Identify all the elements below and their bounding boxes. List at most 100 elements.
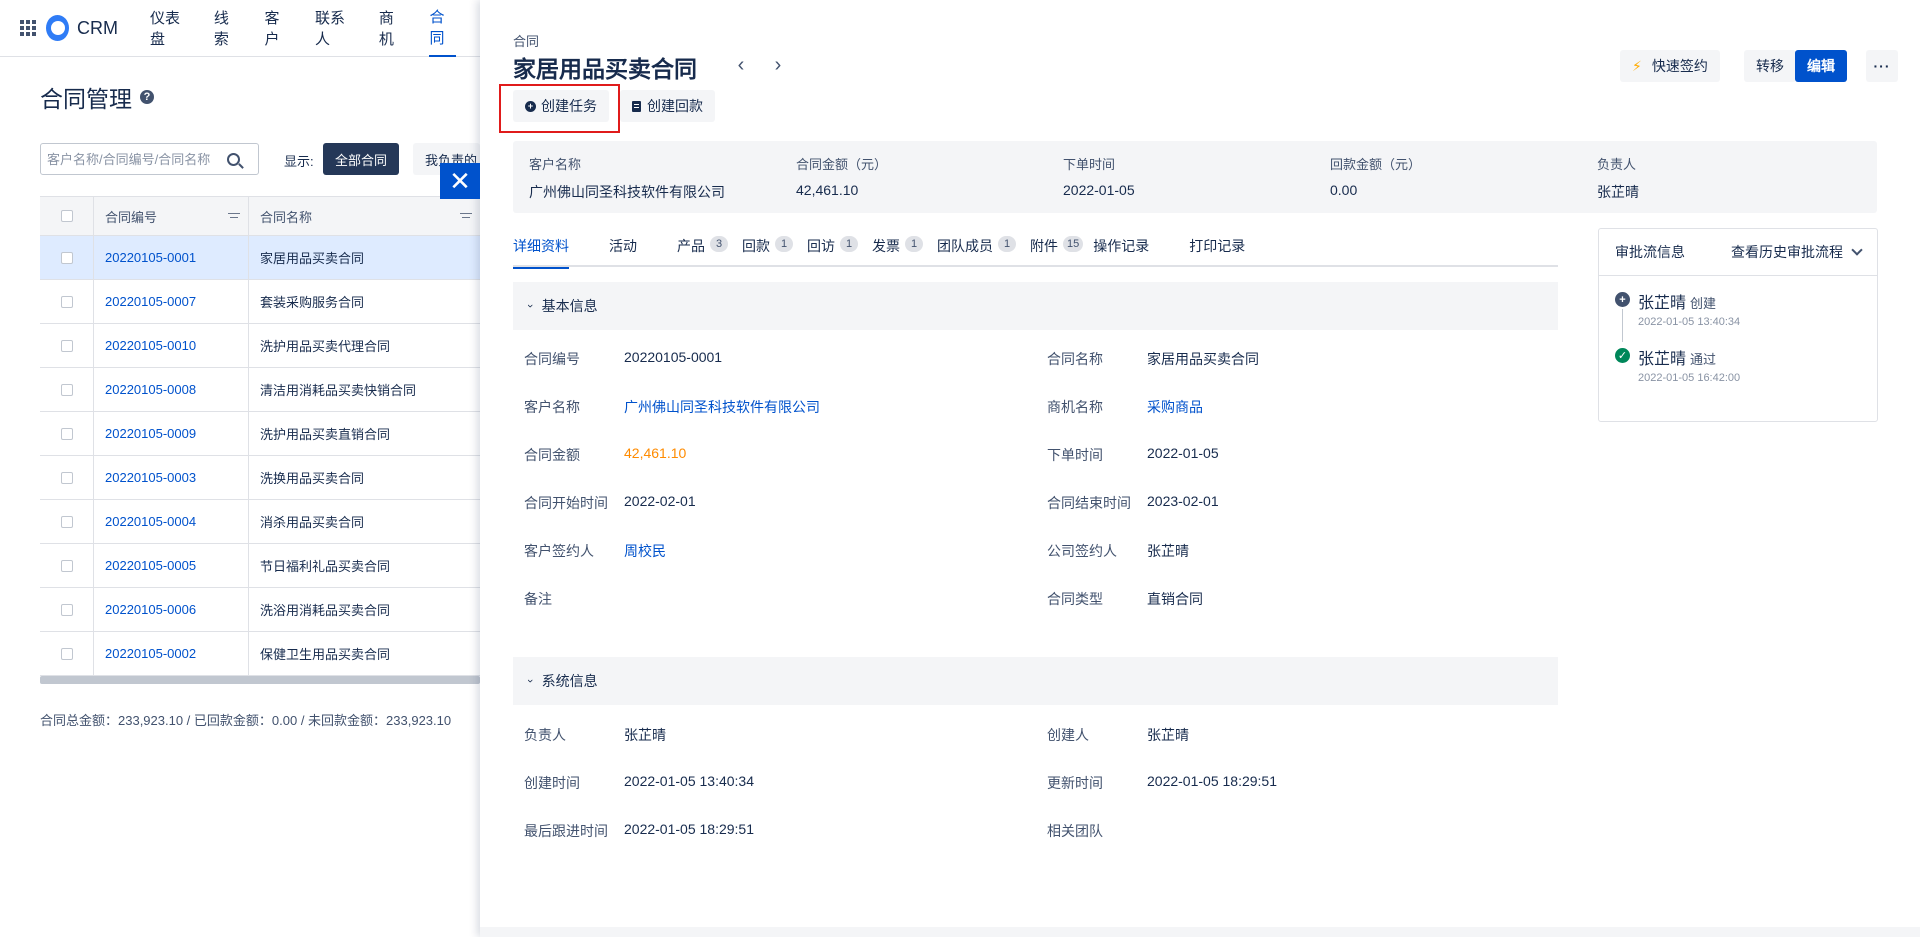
tab-payments[interactable]: 回款 1 — [742, 236, 793, 267]
row-checkbox[interactable] — [40, 632, 94, 675]
close-drawer-button[interactable]: ✕ — [440, 163, 480, 199]
table-row[interactable]: 20220105-0008 清洁用消耗品买卖快销合同 — [40, 368, 480, 412]
approval-step: ✓ 张芷晴 通过 2022-01-05 16:42:00 — [1615, 345, 1740, 384]
table-row[interactable]: 20220105-0010 洗护用品买卖代理合同 — [40, 324, 480, 368]
contract-code-link[interactable]: 20220105-0009 — [94, 412, 249, 455]
column-filter-icon[interactable] — [228, 212, 240, 221]
tab-invoices[interactable]: 发票 1 — [872, 236, 923, 267]
tab-products[interactable]: 产品 3 — [677, 236, 728, 267]
field-contract-type: 合同类型 直销合同 — [1047, 591, 1203, 607]
row-checkbox[interactable] — [40, 456, 94, 499]
row-checkbox[interactable] — [40, 588, 94, 631]
contract-code-link[interactable]: 20220105-0008 — [94, 368, 249, 411]
app-name: CRM — [77, 17, 119, 38]
table-row[interactable]: 20220105-0003 洗换用品买卖合同 — [40, 456, 480, 500]
contract-code-link[interactable]: 20220105-0003 — [94, 456, 249, 499]
crm-logo-icon — [46, 15, 70, 41]
row-checkbox[interactable] — [40, 236, 94, 279]
select-all-checkbox[interactable] — [40, 197, 94, 235]
create-payment-button[interactable]: 创建回款 — [620, 90, 715, 122]
contract-code-link[interactable]: 20220105-0001 — [94, 236, 249, 279]
previous-record-icon[interactable]: ‹ — [730, 54, 752, 76]
breadcrumb[interactable]: 合同 — [513, 31, 539, 50]
nav-contacts[interactable]: 联系人 — [315, 0, 355, 57]
contract-table: 合同编号 合同名称 20220105-0001 家居用品买卖合同 20220105… — [40, 196, 480, 676]
field-order-date: 下单时间 2022-01-05 — [1047, 445, 1219, 463]
summary-order-date: 下单时间 2022-01-05 — [1063, 157, 1135, 198]
plus-circle-icon: + — [1615, 292, 1630, 307]
summary-owner: 负责人 张芷晴 — [1597, 157, 1639, 200]
plus-circle-icon: + — [525, 100, 536, 112]
tab-team-members[interactable]: 团队成员 1 — [937, 236, 1016, 267]
apps-grid-icon[interactable] — [20, 20, 36, 36]
tab-activity[interactable]: 活动 — [609, 236, 637, 267]
contract-code-link[interactable]: 20220105-0006 — [94, 588, 249, 631]
more-actions-button[interactable]: ··· — [1866, 50, 1898, 82]
customer-signer-link[interactable]: 周校民 — [624, 541, 666, 561]
nav-customers[interactable]: 客户 — [264, 0, 291, 57]
row-checkbox[interactable] — [40, 500, 94, 543]
filter-all-contracts-button[interactable]: 全部合同 — [323, 143, 400, 175]
quick-sign-button[interactable]: ⚡ 快速签约 — [1620, 50, 1720, 82]
row-checkbox[interactable] — [40, 368, 94, 411]
row-checkbox[interactable] — [40, 412, 94, 455]
table-row[interactable]: 20220105-0001 家居用品买卖合同 — [40, 236, 480, 280]
field-remark: 备注 — [524, 591, 552, 607]
contract-code-link[interactable]: 20220105-0002 — [94, 632, 249, 675]
basic-info-section-header[interactable]: › 基本信息 — [513, 282, 1558, 330]
field-amount: 合同金额 42,461.10 — [524, 445, 687, 463]
chevron-down-icon — [1851, 244, 1863, 256]
field-contract-code: 合同编号 20220105-0001 — [524, 349, 723, 367]
table-row[interactable]: 20220105-0006 洗浴用消耗品买卖合同 — [40, 588, 480, 632]
field-contract-name: 合同名称 家居用品买卖合同 — [1047, 351, 1259, 367]
tab-count-badge: 3 — [710, 236, 728, 252]
help-icon[interactable]: ? — [140, 90, 154, 104]
tab-details[interactable]: 详细资料 — [513, 236, 569, 269]
tab-count-badge: 1 — [998, 236, 1016, 252]
next-record-icon[interactable]: › — [767, 54, 789, 76]
transfer-button[interactable]: 转移 — [1744, 50, 1796, 82]
contract-code-link[interactable]: 20220105-0010 — [94, 324, 249, 367]
table-row[interactable]: 20220105-0004 消杀用品买卖合同 — [40, 500, 480, 544]
search-icon[interactable] — [227, 152, 240, 166]
contract-name: 洗浴用消耗品买卖合同 — [260, 603, 391, 618]
contract-search[interactable] — [40, 143, 259, 175]
nav-leads[interactable]: 线索 — [214, 0, 241, 57]
contract-summary: 客户名称 广州佛山同圣科技软件有限公司 合同金额（元） 42,461.10 下单时间… — [513, 141, 1877, 213]
tab-count-badge: 1 — [840, 236, 858, 252]
tab-attachments[interactable]: 附件 15 — [1030, 236, 1084, 267]
nav-dashboard[interactable]: 仪表盘 — [150, 0, 190, 57]
page-title-text: 合同管理 — [40, 86, 132, 112]
contract-code-link[interactable]: 20220105-0004 — [94, 500, 249, 543]
contract-code-link[interactable]: 20220105-0007 — [94, 280, 249, 323]
contract-name: 洗护用品买卖直销合同 — [260, 427, 391, 442]
approval-history-dropdown[interactable]: 查看历史审批流程 — [1731, 242, 1863, 262]
table-row[interactable]: 20220105-0005 节日福利礼品买卖合同 — [40, 544, 480, 588]
search-input[interactable] — [47, 151, 227, 167]
row-checkbox[interactable] — [40, 324, 94, 367]
column-header-code[interactable]: 合同编号 — [94, 197, 249, 235]
system-info-section-header[interactable]: › 系统信息 — [513, 657, 1558, 705]
table-row[interactable]: 20220105-0002 保健卫生用品买卖合同 — [40, 632, 480, 676]
field-customer-signer: 客户签约人 周校民 — [524, 541, 666, 561]
customer-link[interactable]: 广州佛山同圣科技软件有限公司 — [624, 397, 820, 417]
table-row[interactable]: 20220105-0009 洗护用品买卖直销合同 — [40, 412, 480, 456]
column-header-name[interactable]: 合同名称 — [249, 197, 480, 235]
column-filter-icon[interactable] — [460, 212, 472, 221]
opportunity-link[interactable]: 采购商品 — [1147, 397, 1203, 417]
summary-paid-amount: 回款金额（元） 0.00 — [1330, 157, 1422, 198]
table-row[interactable]: 20220105-0007 套装采购服务合同 — [40, 280, 480, 324]
create-task-button[interactable]: + 创建任务 — [513, 90, 609, 122]
nav-contracts[interactable]: 合同 — [429, 0, 457, 57]
nav-opportunities[interactable]: 商机 — [379, 0, 406, 57]
check-circle-icon: ✓ — [1615, 348, 1630, 363]
tab-visits[interactable]: 回访 1 — [807, 236, 858, 267]
contract-code-link[interactable]: 20220105-0005 — [94, 544, 249, 587]
horizontal-scrollbar[interactable] — [40, 676, 480, 684]
approval-flow-panel: 审批流信息 查看历史审批流程 + 张芷晴 创建 2022-01-05 13:40:… — [1598, 228, 1878, 422]
edit-button[interactable]: 编辑 — [1795, 50, 1847, 82]
tab-print-log[interactable]: 打印记录 — [1189, 236, 1245, 267]
tab-operation-log[interactable]: 操作记录 — [1093, 236, 1149, 267]
row-checkbox[interactable] — [40, 280, 94, 323]
row-checkbox[interactable] — [40, 544, 94, 587]
